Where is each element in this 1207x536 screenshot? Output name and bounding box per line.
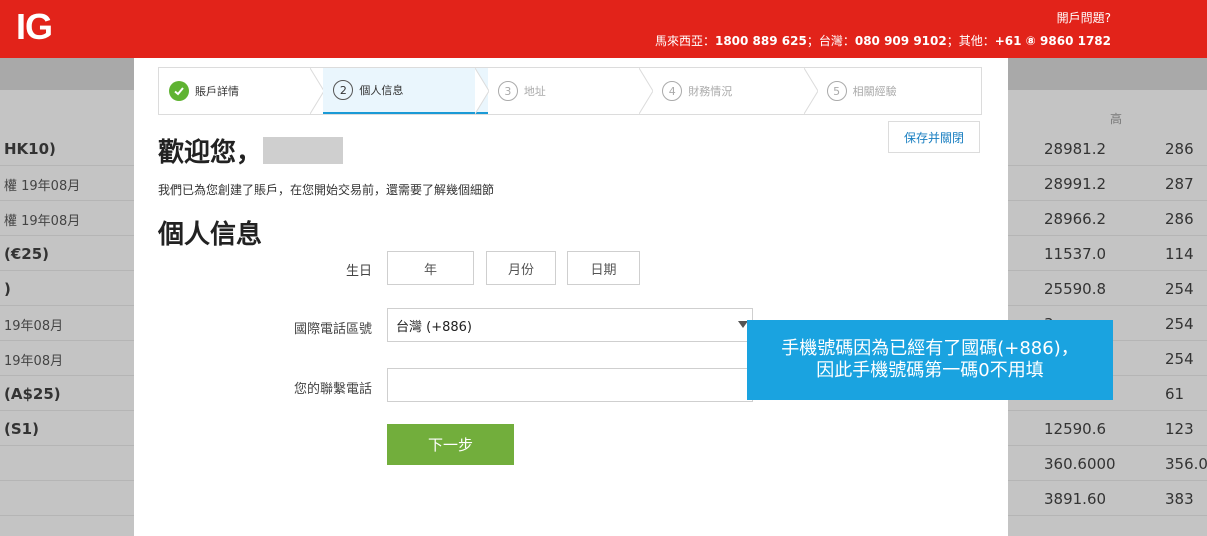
separator: ；: [946, 34, 959, 48]
step-personal-info[interactable]: 2 個人信息: [323, 68, 489, 114]
background-row-value: 123: [1165, 420, 1194, 438]
taiwan-phone: 080 909 9102: [854, 34, 947, 48]
ig-logo[interactable]: IG: [16, 6, 53, 48]
phone-label: 您的聯繫電話: [293, 382, 372, 397]
step-number: 2: [333, 80, 354, 100]
welcome-subtitle: 我們已為您創建了賬戶，在您開始交易前，還需要了解幾個細節: [158, 183, 495, 197]
background-row-value: 254: [1165, 280, 1194, 298]
background-row-value: 61: [1165, 385, 1185, 403]
redacted-name: [263, 137, 343, 164]
background-row-name: 19年08月: [4, 319, 64, 334]
step-label: 相關經驗: [852, 85, 897, 98]
country-code-select[interactable]: 台灣 (+886): [387, 308, 753, 342]
account-setup-modal: 賬戶詳情 2 個人信息 3 地址 4 財務情況 5 相關經驗 保存并關閉 歡迎您…: [134, 58, 1008, 536]
background-row-value: 114: [1165, 245, 1194, 263]
separator: ；: [806, 34, 819, 48]
step-number: 5: [826, 81, 847, 101]
background-row-value: 287: [1165, 175, 1194, 193]
background-row-value: 254: [1165, 350, 1194, 368]
background-row-name: HK10): [4, 140, 56, 158]
step-number: 3: [497, 81, 518, 101]
dob-label: 生日: [345, 264, 372, 279]
background-row-value: 286: [1165, 210, 1194, 228]
section-title: 個人信息: [158, 220, 263, 250]
background-row-name: (S1): [4, 420, 39, 438]
background-row-value: 11537.0: [1044, 245, 1107, 263]
country-code-label: 國際電話區號: [293, 322, 372, 337]
top-bar: IG 開戶問題? 馬來西亞：1800 889 625；台灣：080 909 91…: [0, 0, 1207, 58]
next-button[interactable]: 下一步: [387, 424, 514, 465]
background-row-name: 19年08月: [4, 354, 64, 369]
step-account-details[interactable]: 賬戶詳情: [159, 68, 325, 114]
progress-steps: 賬戶詳情 2 個人信息 3 地址 4 財務情況 5 相關經驗: [158, 67, 982, 115]
save-and-close-button[interactable]: 保存并關閉: [888, 121, 980, 153]
step-label: 財務情況: [688, 85, 733, 98]
chevron-right-icon: [474, 68, 489, 114]
tooltip-line-1: 手機號碼因為已經有了國碼(+886)，: [781, 338, 1079, 359]
country-code-value: 台灣 (+886): [396, 319, 472, 335]
background-row-value: 356.0: [1165, 455, 1207, 473]
background-row-value: 254: [1165, 315, 1194, 333]
chevron-right-icon: [803, 68, 818, 114]
welcome-heading: 歡迎您，: [158, 138, 263, 168]
other-phone: +61 ⑧ 9860 1782: [994, 34, 1111, 48]
step-financial[interactable]: 4 財務情況: [652, 68, 818, 114]
other-label: 其他：: [958, 34, 995, 48]
chevron-right-icon: [310, 68, 325, 114]
background-row-value: 28966.2: [1044, 210, 1107, 228]
background-row-name: (A$25): [4, 385, 61, 403]
background-row-name: (€25): [4, 245, 50, 263]
background-row-value: 360.6000: [1044, 455, 1116, 473]
dob-year-select[interactable]: 年: [387, 251, 474, 285]
dob-day-select[interactable]: 日期: [567, 251, 640, 285]
background-row-value: 12590.6: [1044, 420, 1107, 438]
background-column-high: 高: [1110, 112, 1123, 126]
step-number: 4: [662, 81, 683, 101]
malaysia-phone: 1800 889 625: [714, 34, 807, 48]
background-row-value: 28981.2: [1044, 140, 1107, 158]
step-experience[interactable]: 5 相關經驗: [817, 68, 981, 114]
contact-phones: 馬來西亞：1800 889 625；台灣：080 909 9102；其他：+61…: [655, 32, 1111, 49]
background-row-name: 權 19年08月: [4, 179, 81, 194]
chevron-right-icon: [639, 68, 654, 114]
background-row-name: ): [4, 280, 11, 298]
step-label: 賬戶詳情: [195, 85, 239, 98]
phone-input[interactable]: [387, 368, 753, 402]
background-row-value: 28991.2: [1044, 175, 1107, 193]
annotation-tooltip: 手機號碼因為已經有了國碼(+886)， 因此手機號碼第一碼0不用填: [747, 320, 1113, 400]
step-label: 個人信息: [359, 84, 404, 97]
background-row-value: 25590.8: [1044, 280, 1107, 298]
step-label: 地址: [523, 85, 546, 98]
taiwan-label: 台灣：: [818, 34, 855, 48]
check-icon: [169, 81, 189, 101]
tooltip-line-2: 因此手機號碼第一碼0不用填: [816, 360, 1044, 381]
dob-month-select[interactable]: 月份: [486, 251, 556, 285]
step-address[interactable]: 3 地址: [488, 68, 654, 114]
malaysia-label: 馬來西亞：: [654, 34, 715, 48]
background-row-value: 383: [1165, 490, 1194, 508]
background-row-value: 3891.60: [1044, 490, 1107, 508]
account-question-link[interactable]: 開戶問題?: [1057, 9, 1111, 26]
background-row-name: 權 19年08月: [4, 214, 81, 229]
background-row-value: 286: [1165, 140, 1194, 158]
